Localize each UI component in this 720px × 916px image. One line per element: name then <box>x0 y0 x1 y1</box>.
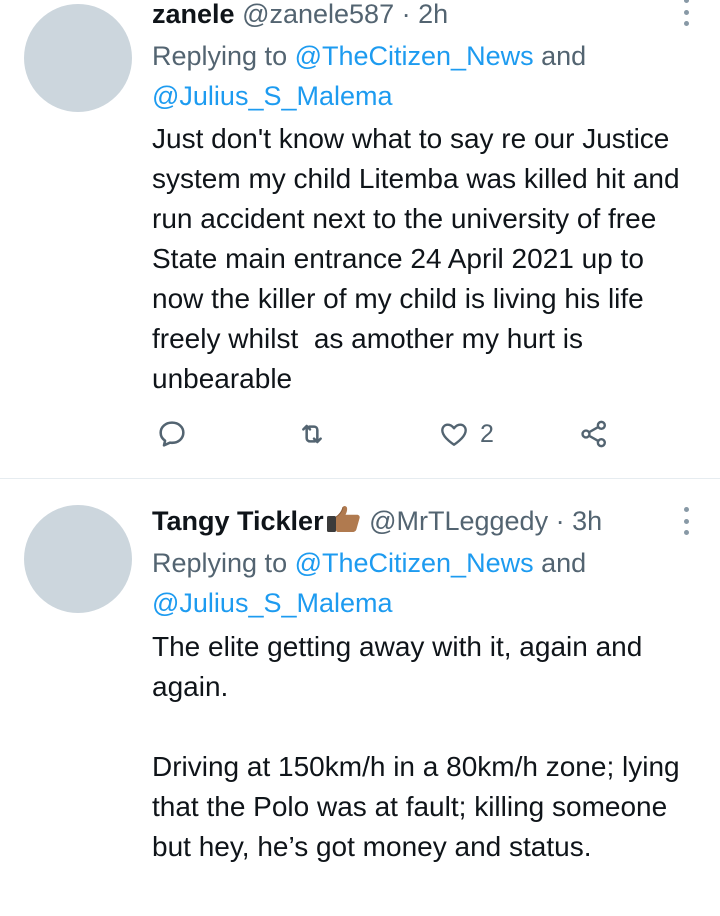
mention-link[interactable]: @Julius_S_Malema <box>152 588 393 618</box>
more-icon[interactable] <box>682 0 690 26</box>
like-icon <box>441 423 467 446</box>
tweet-actions: 2 <box>152 418 652 458</box>
reply-icon <box>159 421 185 447</box>
replying-to: Replying to @TheCitizen_News and @Julius_… <box>152 36 692 116</box>
avatar[interactable] <box>24 505 132 613</box>
tweet-text: The elite getting away with it, again an… <box>152 631 680 862</box>
timestamp[interactable]: 3h <box>572 506 602 536</box>
separator-dot: · <box>401 0 411 29</box>
like-count: 2 <box>480 419 494 448</box>
retweet-icon <box>302 424 322 444</box>
retweet-button[interactable] <box>296 418 328 450</box>
tweet-text: Just don't know what to say re our Justi… <box>152 123 688 394</box>
timestamp[interactable]: 2h <box>418 0 448 29</box>
thumbs-up-emoji <box>326 505 360 532</box>
tweet[interactable]: Tangy Tickler @MrTLeggedy · 3h Replying … <box>0 479 720 916</box>
tweet[interactable]: zanele @zanele587 · 2h Replying to @TheC… <box>0 0 720 479</box>
user-handle[interactable]: @MrTLeggedy <box>369 506 548 536</box>
user-handle[interactable]: @zanele587 <box>242 0 394 29</box>
share-icon <box>581 420 606 448</box>
tweet-header: Tangy Tickler @MrTLeggedy · 3h <box>152 504 672 537</box>
reply-button[interactable] <box>156 418 188 450</box>
avatar[interactable] <box>24 4 132 112</box>
and-text: and <box>533 548 587 578</box>
share-button[interactable] <box>578 418 610 450</box>
mention-link[interactable]: @TheCitizen_News <box>295 41 534 71</box>
like-button[interactable]: 2 <box>438 418 494 450</box>
replying-prefix: Replying to <box>152 548 295 578</box>
display-name[interactable]: zanele <box>152 0 235 29</box>
mention-link[interactable]: @Julius_S_Malema <box>152 81 393 111</box>
display-name[interactable]: Tangy Tickler <box>152 506 324 536</box>
separator-dot: · <box>555 506 565 536</box>
replying-to: Replying to @TheCitizen_News and @Julius_… <box>152 543 692 623</box>
more-icon[interactable] <box>682 507 690 535</box>
and-text: and <box>533 41 587 71</box>
mention-link[interactable]: @TheCitizen_News <box>295 548 534 578</box>
tweet-header: zanele @zanele587 · 2h <box>152 0 672 30</box>
replying-prefix: Replying to <box>152 41 295 71</box>
